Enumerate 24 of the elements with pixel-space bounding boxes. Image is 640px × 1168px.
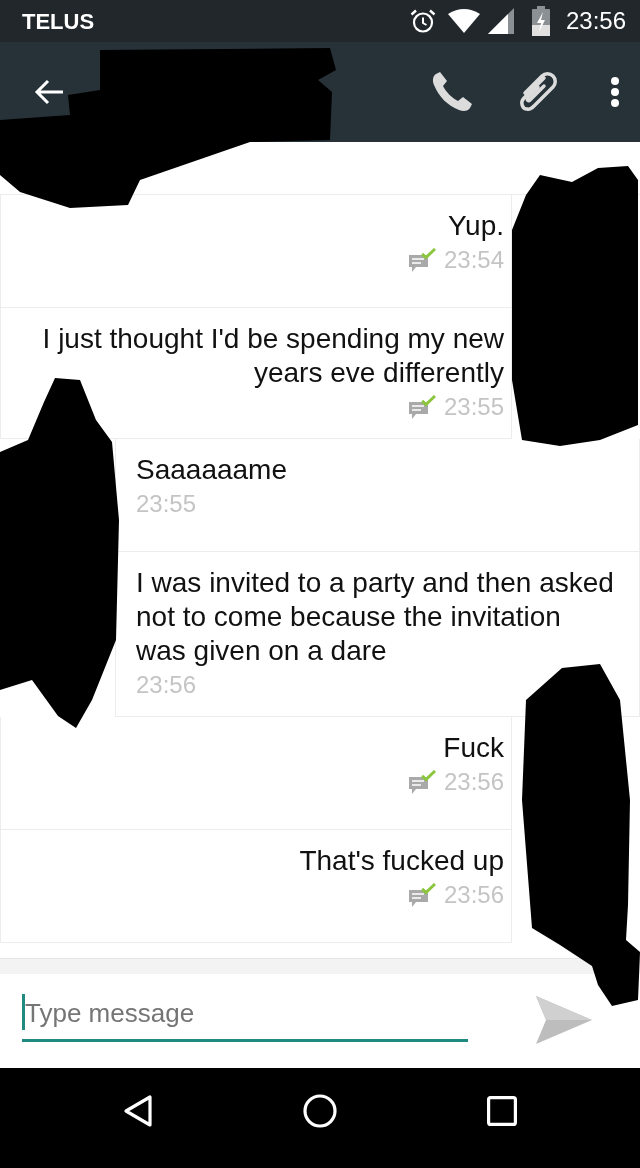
home-nav-icon[interactable] [303, 1094, 337, 1128]
message-time: 23:56 [136, 670, 197, 700]
message-time: 23:55 [443, 392, 504, 422]
battery-charging-icon [531, 6, 550, 36]
message-text: Yup. [446, 209, 504, 243]
message-text: Saaaaaame [136, 453, 288, 487]
message-time: 23:55 [136, 489, 197, 519]
recents-nav-icon[interactable] [487, 1096, 517, 1126]
message-text: I just thought I'd be spending my new years eve differently [41, 322, 504, 390]
phone-icon[interactable] [430, 70, 474, 114]
message-text: Fuck [442, 731, 504, 765]
message-time: 23:56 [443, 767, 504, 797]
message-time: 23:54 [443, 245, 504, 275]
carrier-name: TELUS [22, 7, 95, 36]
back-arrow-icon[interactable] [34, 79, 64, 105]
more-options-icon[interactable] [610, 77, 620, 107]
message-text: I was invited to a party and then asked not to come because the invitation was given on a dare [136, 566, 615, 668]
back-nav-icon[interactable] [123, 1094, 153, 1128]
signal-icon [487, 8, 514, 34]
alarm-clock-icon [409, 8, 436, 34]
clock-time: 23:56 [565, 6, 626, 36]
wifi-icon [447, 9, 480, 33]
message-text: That's fucked up [298, 844, 504, 878]
message-time: 23:56 [443, 880, 504, 910]
